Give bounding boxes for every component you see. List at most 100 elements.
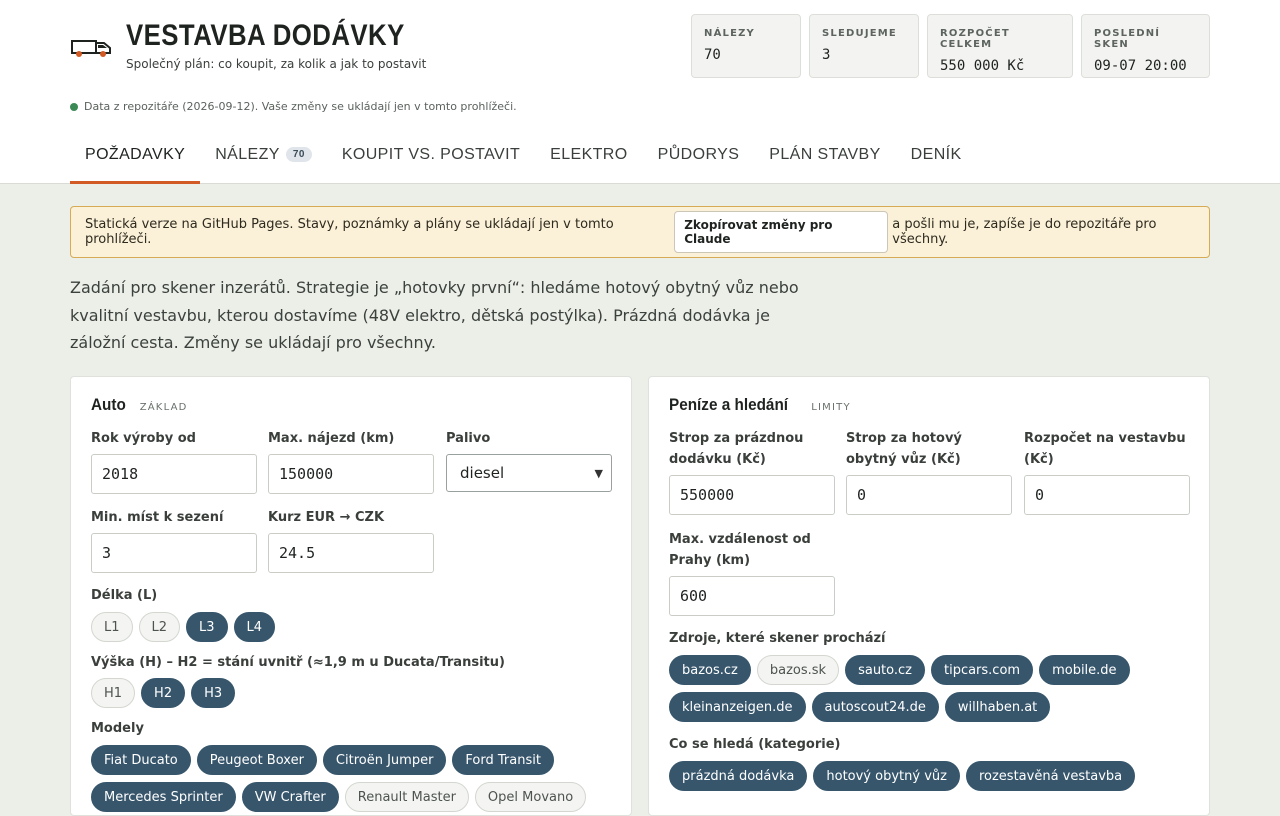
tab-floorplan[interactable]: PŮDORYS: [643, 132, 755, 184]
stat-value: 550 000 Kč: [940, 58, 1025, 74]
tab-label: NÁLEZY: [215, 146, 280, 163]
tab-buy-vs-build[interactable]: KOUPIT VS. POSTAVIT: [327, 132, 535, 184]
chip-source[interactable]: autoscout24.de: [811, 692, 939, 722]
build-budget-field: Rozpočet na vestavbu (Kč): [1024, 428, 1190, 470]
height-label: Výška (H) – H2 = stání uvnitř (≈1,9 m u …: [91, 655, 505, 670]
field-label: Rok výroby od: [91, 431, 196, 446]
main-tabs: POŽADAVKY NÁLEZY 70 KOUPIT VS. POSTAVIT E…: [70, 132, 977, 184]
card-header: Auto ZÁKLAD: [91, 395, 188, 415]
camper-field: Strop za hotový obytný vůz (Kč): [846, 428, 1012, 470]
stat-budget: ROZPOČET CELKEM 550 000 Kč: [927, 14, 1073, 78]
chip-h1[interactable]: H1: [91, 678, 136, 708]
auto-card: Auto ZÁKLAD Rok výroby od 2018 Max. náje…: [70, 376, 632, 816]
field-label: Kurz EUR → CZK: [268, 510, 385, 525]
field-label: Strop za hotový obytný vůz (Kč): [846, 431, 962, 467]
build-budget-input[interactable]: 0: [1024, 475, 1190, 515]
chip-source[interactable]: tipcars.com: [930, 655, 1034, 685]
chip-h2[interactable]: H2: [141, 678, 186, 708]
chip-category[interactable]: rozestavěná vestavba: [965, 761, 1136, 791]
year-input[interactable]: 2018: [91, 454, 257, 494]
app-subtitle: Společný plán: co koupit, za kolik a jak…: [126, 57, 427, 71]
chip-model[interactable]: Citroën Jumper: [322, 745, 447, 775]
field-label: Max. vzdálenost od Prahy (km): [669, 532, 811, 568]
mileage-input[interactable]: 150000: [268, 454, 434, 494]
stat-label: POSLEDNÍ SKEN: [1094, 28, 1161, 50]
field-label: Strop za prázdnou dodávku (Kč): [669, 431, 804, 467]
distance-field: Max. vzdálenost od Prahy (km): [669, 529, 839, 571]
stat-value: 3: [822, 47, 831, 63]
chip-source[interactable]: bazos.cz: [669, 655, 751, 685]
chip-source[interactable]: bazos.sk: [756, 655, 840, 685]
mileage-field: Max. nájezd (km): [268, 428, 394, 449]
chip-category[interactable]: prázdná dodávka: [669, 761, 808, 791]
model-chips: Fiat Ducato Peugeot Boxer Citroën Jumper…: [91, 745, 611, 812]
field-label: Rozpočet na vestavbu (Kč): [1024, 431, 1186, 467]
app-header: VESTAVBA DODÁVKY Společný plán: co koupi…: [0, 0, 1280, 184]
card-title: Auto: [91, 395, 126, 414]
chevron-down-icon: ▼: [594, 466, 603, 480]
category-chips: prázdná dodávka hotový obytný vůz rozest…: [669, 761, 1189, 791]
tab-label: DENÍK: [910, 146, 962, 163]
chip-model[interactable]: Peugeot Boxer: [196, 745, 317, 775]
height-chips: H1 H2 H3: [91, 678, 611, 708]
chip-model[interactable]: Ford Transit: [452, 745, 554, 775]
card-tag: ZÁKLAD: [139, 402, 188, 413]
card-header: Peníze a hledání LIMITY: [669, 395, 851, 415]
length-label: Délka (L): [91, 588, 158, 603]
tab-label: POŽADAVKY: [85, 146, 186, 163]
chip-model[interactable]: Fiat Ducato: [91, 745, 191, 775]
chip-model[interactable]: Mercedes Sprinter: [91, 782, 236, 812]
stat-label: ROZPOČET CELKEM: [940, 28, 1010, 50]
seats-input[interactable]: 3: [91, 533, 257, 573]
categories-label: Co se hledá (kategorie): [669, 737, 841, 752]
card-tag: LIMITY: [811, 402, 851, 413]
money-card: Peníze a hledání LIMITY Strop za prázdno…: [648, 376, 1210, 816]
rate-field: Kurz EUR → CZK: [268, 507, 384, 528]
tab-label: PŮDORYS: [657, 146, 740, 163]
fuel-select[interactable]: diesel ▼: [446, 454, 612, 492]
data-source-note: Data z repozitáře (2026-09-12). Vaše změ…: [70, 100, 517, 113]
chip-h3[interactable]: H3: [191, 678, 236, 708]
rate-input[interactable]: 24.5: [268, 533, 434, 573]
chip-source[interactable]: willhaben.at: [944, 692, 1051, 722]
tab-build-plan[interactable]: PLÁN STAVBY: [754, 132, 895, 184]
chip-l4[interactable]: L4: [233, 612, 276, 642]
stat-findings: NÁLEZY 70: [691, 14, 801, 78]
tab-label: KOUPIT VS. POSTAVIT: [341, 146, 521, 163]
banner-text-after: a pošli mu je, zapíše je do repozitáře p…: [892, 217, 1157, 247]
stats-bar: NÁLEZY 70 SLEDUJEME 3 ROZPOČET CELKEM 55…: [691, 14, 1210, 78]
chip-model[interactable]: Opel Movano: [474, 782, 587, 812]
tab-requirements[interactable]: POŽADAVKY: [70, 132, 201, 184]
tab-findings[interactable]: NÁLEZY 70: [200, 132, 327, 184]
stat-value: 70: [704, 47, 721, 63]
tab-electro[interactable]: ELEKTRO: [535, 132, 643, 184]
distance-input[interactable]: 600: [669, 576, 835, 616]
tab-label: PLÁN STAVBY: [769, 146, 881, 163]
chip-l1[interactable]: L1: [91, 612, 133, 642]
chip-l2[interactable]: L2: [138, 612, 181, 642]
chip-l3[interactable]: L3: [186, 612, 228, 642]
stat-watching: SLEDUJEME 3: [809, 14, 919, 78]
stat-label: NÁLEZY: [704, 28, 756, 39]
stat-last-scan: POSLEDNÍ SKEN 09-07 20:00: [1081, 14, 1210, 78]
source-chips: bazos.cz bazos.sk sauto.cz tipcars.com m…: [669, 655, 1189, 722]
stat-value: 09-07 20:00: [1094, 58, 1187, 74]
van-icon: [71, 40, 111, 57]
copy-changes-button[interactable]: Zkopírovat změny pro Claude: [674, 211, 889, 253]
banner-text: Statická verze na GitHub Pages. Stavy, p…: [85, 217, 614, 247]
app-title: VESTAVBA DODÁVKY: [126, 19, 405, 52]
chip-model[interactable]: Renault Master: [344, 782, 469, 812]
field-label: Min. míst k sezení: [91, 510, 224, 525]
tab-journal[interactable]: DENÍK: [896, 132, 977, 184]
status-dot-icon: [70, 102, 78, 111]
camper-input[interactable]: 0: [846, 475, 1012, 515]
chip-source[interactable]: sauto.cz: [845, 655, 925, 685]
static-version-banner: Statická verze na GitHub Pages. Stavy, p…: [70, 206, 1210, 258]
intro-text: Zadání pro skener inzerátů. Strategie je…: [70, 278, 799, 352]
chip-source[interactable]: kleinanzeigen.de: [669, 692, 806, 722]
card-title: Peníze a hledání: [669, 395, 789, 414]
empty-van-input[interactable]: 550000: [669, 475, 835, 515]
chip-source[interactable]: mobile.de: [1039, 655, 1130, 685]
chip-category[interactable]: hotový obytný vůz: [813, 761, 960, 791]
chip-model[interactable]: VW Crafter: [241, 782, 339, 812]
